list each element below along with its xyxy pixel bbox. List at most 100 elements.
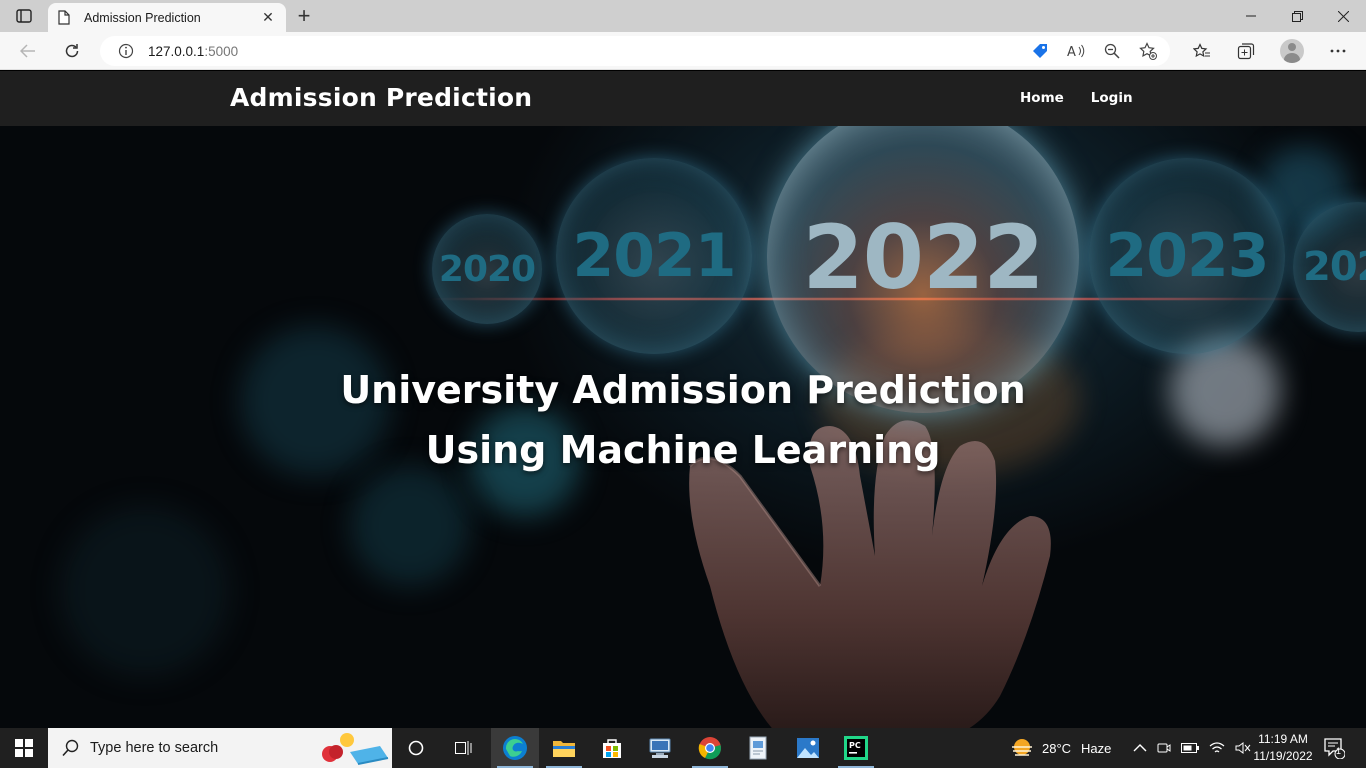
year-bubble: 2023 bbox=[1089, 158, 1285, 354]
start-button[interactable] bbox=[0, 728, 48, 768]
svg-text:PC: PC bbox=[849, 741, 861, 750]
minimize-button[interactable] bbox=[1228, 0, 1274, 32]
settings-menu-button[interactable] bbox=[1324, 37, 1352, 65]
chevron-up-icon[interactable] bbox=[1133, 743, 1147, 753]
read-aloud-icon[interactable]: A bbox=[1062, 39, 1090, 63]
more-dots-icon bbox=[1330, 49, 1346, 53]
folder-icon bbox=[553, 741, 575, 757]
year-label: 202 bbox=[1303, 244, 1366, 290]
system-tray bbox=[1133, 728, 1251, 768]
year-bubble: 2020 bbox=[432, 214, 542, 324]
weather-condition: Haze bbox=[1081, 740, 1112, 756]
window-controls bbox=[1228, 0, 1366, 32]
svg-text:A: A bbox=[1067, 45, 1076, 59]
weather-widget[interactable]: 28°C Haze bbox=[1010, 728, 1111, 768]
document-app-icon bbox=[749, 736, 767, 760]
bokeh-light bbox=[60, 506, 230, 676]
meet-now-icon[interactable] bbox=[1157, 740, 1171, 756]
nav-link-login[interactable]: Login bbox=[1091, 90, 1133, 106]
taskbar-file-explorer[interactable] bbox=[540, 728, 588, 768]
chrome-browser-icon bbox=[698, 737, 721, 760]
coupon-tag-icon[interactable] bbox=[1026, 39, 1054, 63]
haze-sun-icon bbox=[1012, 739, 1032, 756]
store-icon bbox=[603, 739, 621, 758]
windows-taskbar: Type here to search PC 28°C Haze 11:19 A… bbox=[0, 728, 1366, 768]
wifi-icon[interactable] bbox=[1209, 741, 1225, 755]
url-text: 127.0.0.1:5000 bbox=[148, 44, 238, 59]
hero-section: 2020 2021 2022 2023 202 University Admis… bbox=[0, 126, 1366, 728]
system-clock[interactable]: 11:19 AM 11/19/2022 bbox=[1248, 731, 1318, 765]
restore-icon bbox=[1291, 10, 1303, 22]
close-icon bbox=[1337, 10, 1349, 22]
zoom-out-icon[interactable] bbox=[1098, 39, 1126, 63]
collections-icon bbox=[1237, 43, 1255, 60]
search-icon bbox=[62, 739, 79, 757]
taskbar-pycharm[interactable]: PC bbox=[832, 728, 880, 768]
photos-icon bbox=[797, 738, 819, 758]
tab-title: Admission Prediction bbox=[84, 10, 201, 25]
close-tab-icon[interactable]: ✕ bbox=[260, 10, 276, 26]
cortana-button[interactable] bbox=[392, 728, 440, 768]
taskbar-remote-desktop[interactable] bbox=[636, 728, 684, 768]
hero-heading-line1: University Admission Prediction bbox=[340, 368, 1026, 412]
profile-avatar-icon[interactable] bbox=[1280, 39, 1304, 63]
site-navbar: Admission Prediction Home Login bbox=[0, 71, 1366, 126]
page-icon bbox=[58, 10, 72, 26]
year-bubble: 2021 bbox=[556, 158, 752, 354]
taskbar-edge[interactable] bbox=[491, 728, 539, 768]
taskbar-store[interactable] bbox=[588, 728, 636, 768]
nav-link-home[interactable]: Home bbox=[1020, 90, 1064, 106]
action-center-button[interactable]: 1 bbox=[1322, 736, 1346, 760]
browser-tab[interactable]: Admission Prediction ✕ bbox=[48, 3, 286, 32]
tab-actions-icon bbox=[16, 9, 32, 23]
year-label: 2023 bbox=[1105, 221, 1270, 291]
hero-heading: University Admission Prediction Using Ma… bbox=[0, 360, 1366, 480]
address-bar[interactable]: 127.0.0.1:5000 A bbox=[100, 36, 1170, 66]
pycharm-icon: PC bbox=[844, 736, 868, 760]
minimize-icon bbox=[1246, 15, 1256, 17]
battery-icon[interactable] bbox=[1181, 742, 1199, 754]
bokeh-light bbox=[350, 466, 470, 586]
web-page: Admission Prediction Home Login 2020 202… bbox=[0, 71, 1366, 728]
url-host: 127.0.0.1 bbox=[148, 43, 205, 59]
remote-desktop-icon bbox=[649, 738, 671, 758]
site-brand[interactable]: Admission Prediction bbox=[230, 83, 532, 112]
refresh-icon bbox=[65, 44, 79, 58]
hero-heading-line2: Using Machine Learning bbox=[425, 428, 941, 472]
taskbar-document-app[interactable] bbox=[734, 728, 782, 768]
tab-actions-button[interactable] bbox=[8, 5, 40, 27]
taskbar-search-box[interactable]: Type here to search bbox=[48, 728, 392, 768]
notification-count: 1 bbox=[1336, 746, 1342, 756]
nav-links: Home Login bbox=[1020, 90, 1133, 106]
close-window-button[interactable] bbox=[1320, 0, 1366, 32]
back-arrow-icon bbox=[20, 44, 35, 58]
search-highlight-icon bbox=[322, 733, 389, 765]
year-label: 2021 bbox=[572, 221, 737, 291]
cortana-icon bbox=[408, 740, 424, 756]
taskbar-photos[interactable] bbox=[784, 728, 832, 768]
collections-button[interactable] bbox=[1232, 37, 1260, 65]
year-label: 2020 bbox=[438, 248, 536, 290]
refresh-button[interactable] bbox=[58, 37, 86, 65]
back-button[interactable] bbox=[14, 37, 42, 65]
url-port: :5000 bbox=[204, 43, 239, 59]
browser-tab-strip: Admission Prediction ✕ + bbox=[0, 0, 1366, 32]
new-tab-button[interactable]: + bbox=[292, 3, 316, 28]
clock-date: 11/19/2022 bbox=[1253, 749, 1313, 763]
restore-button[interactable] bbox=[1274, 0, 1320, 32]
task-view-button[interactable] bbox=[440, 728, 488, 768]
browser-toolbar: 127.0.0.1:5000 A bbox=[0, 32, 1366, 70]
favorites-button[interactable] bbox=[1188, 37, 1216, 65]
taskbar-chrome[interactable] bbox=[686, 728, 734, 768]
task-view-icon bbox=[455, 741, 472, 755]
favorites-icon bbox=[1193, 43, 1210, 58]
year-label: 2022 bbox=[802, 205, 1045, 309]
notification-icon bbox=[1324, 738, 1345, 759]
edge-browser-icon bbox=[503, 736, 527, 760]
address-bar-actions: A bbox=[1026, 39, 1162, 63]
add-favorite-icon[interactable] bbox=[1134, 39, 1162, 63]
search-placeholder: Type here to search bbox=[90, 740, 219, 756]
info-icon[interactable] bbox=[118, 43, 134, 59]
windows-logo-icon bbox=[15, 739, 33, 757]
weather-temperature: 28°C bbox=[1042, 740, 1072, 756]
